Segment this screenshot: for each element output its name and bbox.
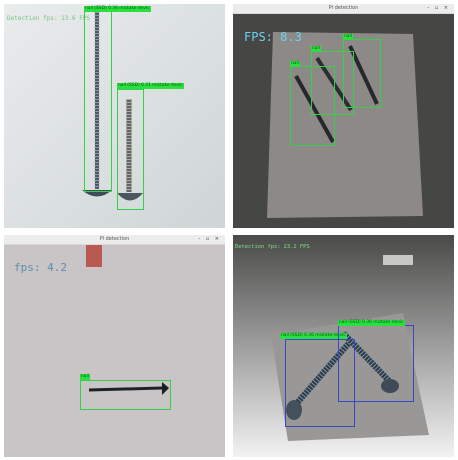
detection-label: nail	[80, 374, 90, 380]
detection-box	[117, 89, 144, 210]
fps-counter: Detection fps: 23.2 FPS	[235, 244, 310, 250]
detection-label: nail (SSD) 0.36 mistake devic	[280, 333, 347, 339]
detection-box	[80, 380, 171, 410]
detection-box	[343, 39, 381, 108]
detection-box	[84, 10, 112, 192]
detection-label: nail (SSD) 0.31 mistake devic	[117, 83, 184, 89]
detection-label: nail	[343, 34, 353, 40]
nail-scene-1	[4, 4, 225, 228]
detection-label: nail (SSD) 0.36 mistake devic	[84, 6, 151, 12]
detection-label: nail	[311, 46, 321, 52]
detection-panel-3: Pi detection - ▫ × fps: 4.2 nail	[4, 235, 225, 457]
fps-counter: Detection fps: 13.6 FPS	[7, 15, 91, 22]
fps-counter: fps: 4.2	[14, 261, 67, 274]
detection-label: nail	[290, 61, 300, 67]
detection-panel-1: Detection fps: 13.6 FPS nail (SSD) 0.36 …	[4, 4, 225, 228]
detection-box	[338, 325, 414, 402]
detection-label: nail (SSD) 0.36 mistake devic	[338, 320, 405, 326]
detection-panel-4: Detection fps: 23.2 FPS nail (SSD) 0.36 …	[233, 235, 454, 457]
fps-counter: FPS: 8.3	[244, 30, 302, 44]
detection-panel-2: Pi detection - ▫ × FPS: 8.3 nail nail na…	[233, 4, 454, 228]
